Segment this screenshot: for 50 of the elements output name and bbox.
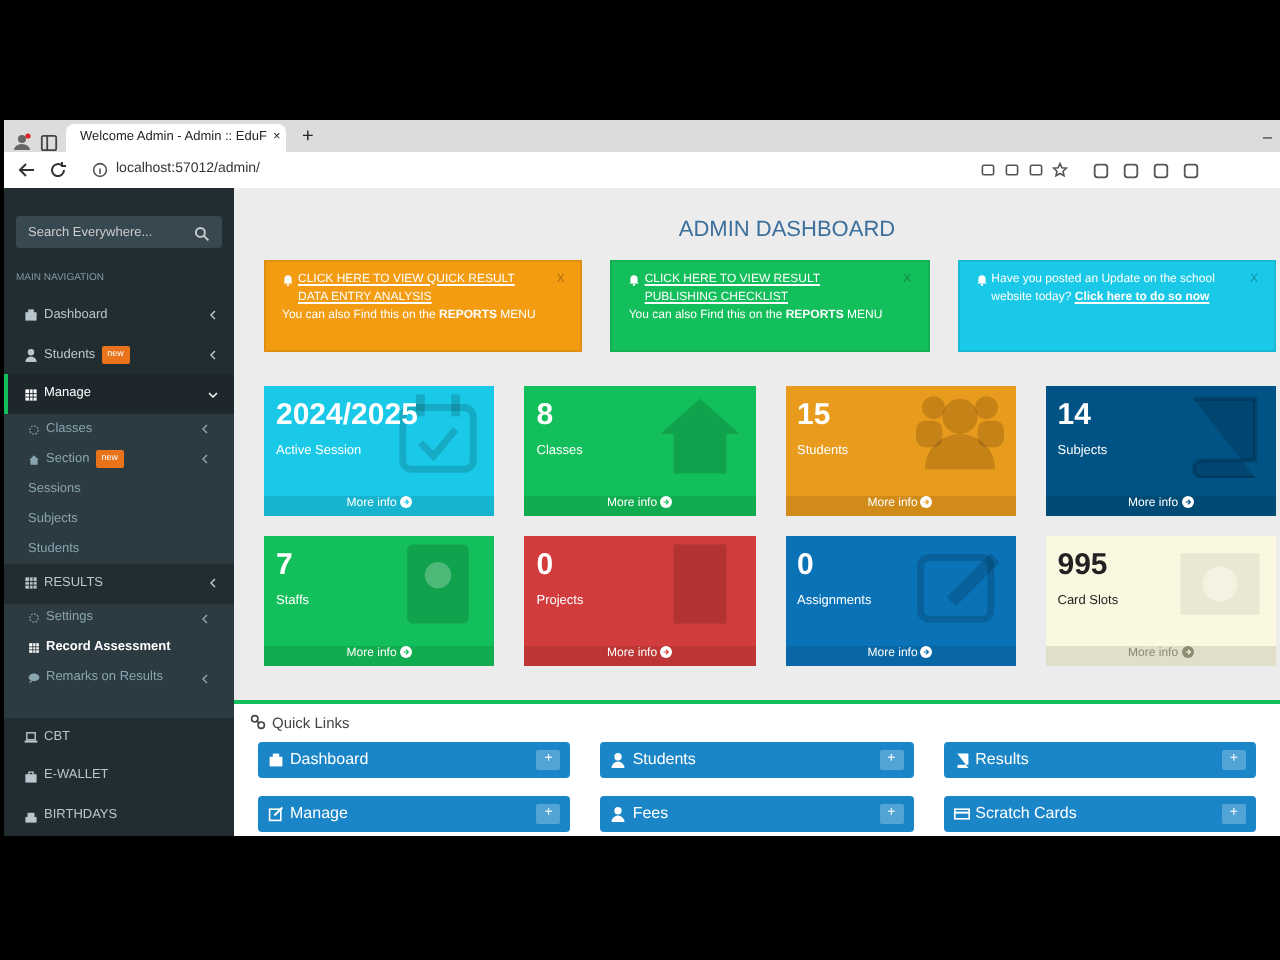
chevron-left-icon — [200, 673, 210, 684]
user-icon — [610, 805, 627, 822]
star-icon — [1052, 162, 1068, 178]
new-tab-button[interactable]: + — [302, 124, 314, 152]
info-icon — [92, 162, 108, 178]
stat-value: 995 — [1057, 547, 1110, 583]
spinner-icon — [28, 612, 40, 625]
bell-icon — [975, 273, 988, 285]
profile-icon — [12, 132, 32, 152]
bag-icon — [24, 769, 38, 784]
comment-icon — [28, 672, 40, 685]
edit-icon — [268, 805, 284, 822]
link-icon — [250, 714, 266, 731]
stat-value: 2024/2025 — [276, 397, 420, 433]
spinner-icon — [28, 423, 40, 436]
stat-value: 15 — [797, 397, 833, 433]
refresh-icon — [48, 160, 68, 180]
chevron-left-icon — [208, 310, 218, 321]
tab-actions-icon — [40, 134, 58, 152]
table-icon — [28, 642, 40, 655]
home-icon — [28, 453, 40, 466]
arrow-circle-icon — [399, 495, 412, 508]
chevron-left-icon — [208, 349, 218, 360]
chevron-left-icon — [200, 613, 210, 624]
stat-value: 0 — [797, 547, 816, 583]
table-icon — [24, 576, 38, 591]
card-icon — [953, 805, 970, 822]
user-icon — [24, 347, 38, 362]
search-icon — [194, 226, 210, 242]
arrow-circle-icon — [1181, 495, 1194, 508]
arrow-circle-icon — [399, 645, 412, 658]
minimize-button[interactable]: – — [1263, 124, 1272, 152]
arrow-circle-icon — [660, 645, 673, 658]
laptop-icon — [24, 729, 38, 744]
chevron-left-icon — [200, 424, 210, 435]
arrow-circle-icon — [920, 645, 933, 658]
user-icon — [610, 751, 627, 768]
stat-value: 7 — [276, 547, 295, 583]
stat-value: 8 — [536, 397, 556, 433]
arrow-circle-icon — [1181, 645, 1194, 658]
arrow-circle-icon — [660, 495, 673, 508]
table-icon — [24, 387, 38, 402]
page-title: ADMIN DASHBOARD — [676, 216, 898, 246]
back-icon — [16, 160, 36, 180]
bell-icon — [628, 273, 641, 285]
chevron-left-icon — [200, 454, 210, 465]
bell-icon — [282, 273, 294, 285]
stat-value: 0 — [536, 547, 556, 583]
arrow-circle-icon — [920, 495, 933, 508]
stat-value: 14 — [1057, 397, 1093, 433]
